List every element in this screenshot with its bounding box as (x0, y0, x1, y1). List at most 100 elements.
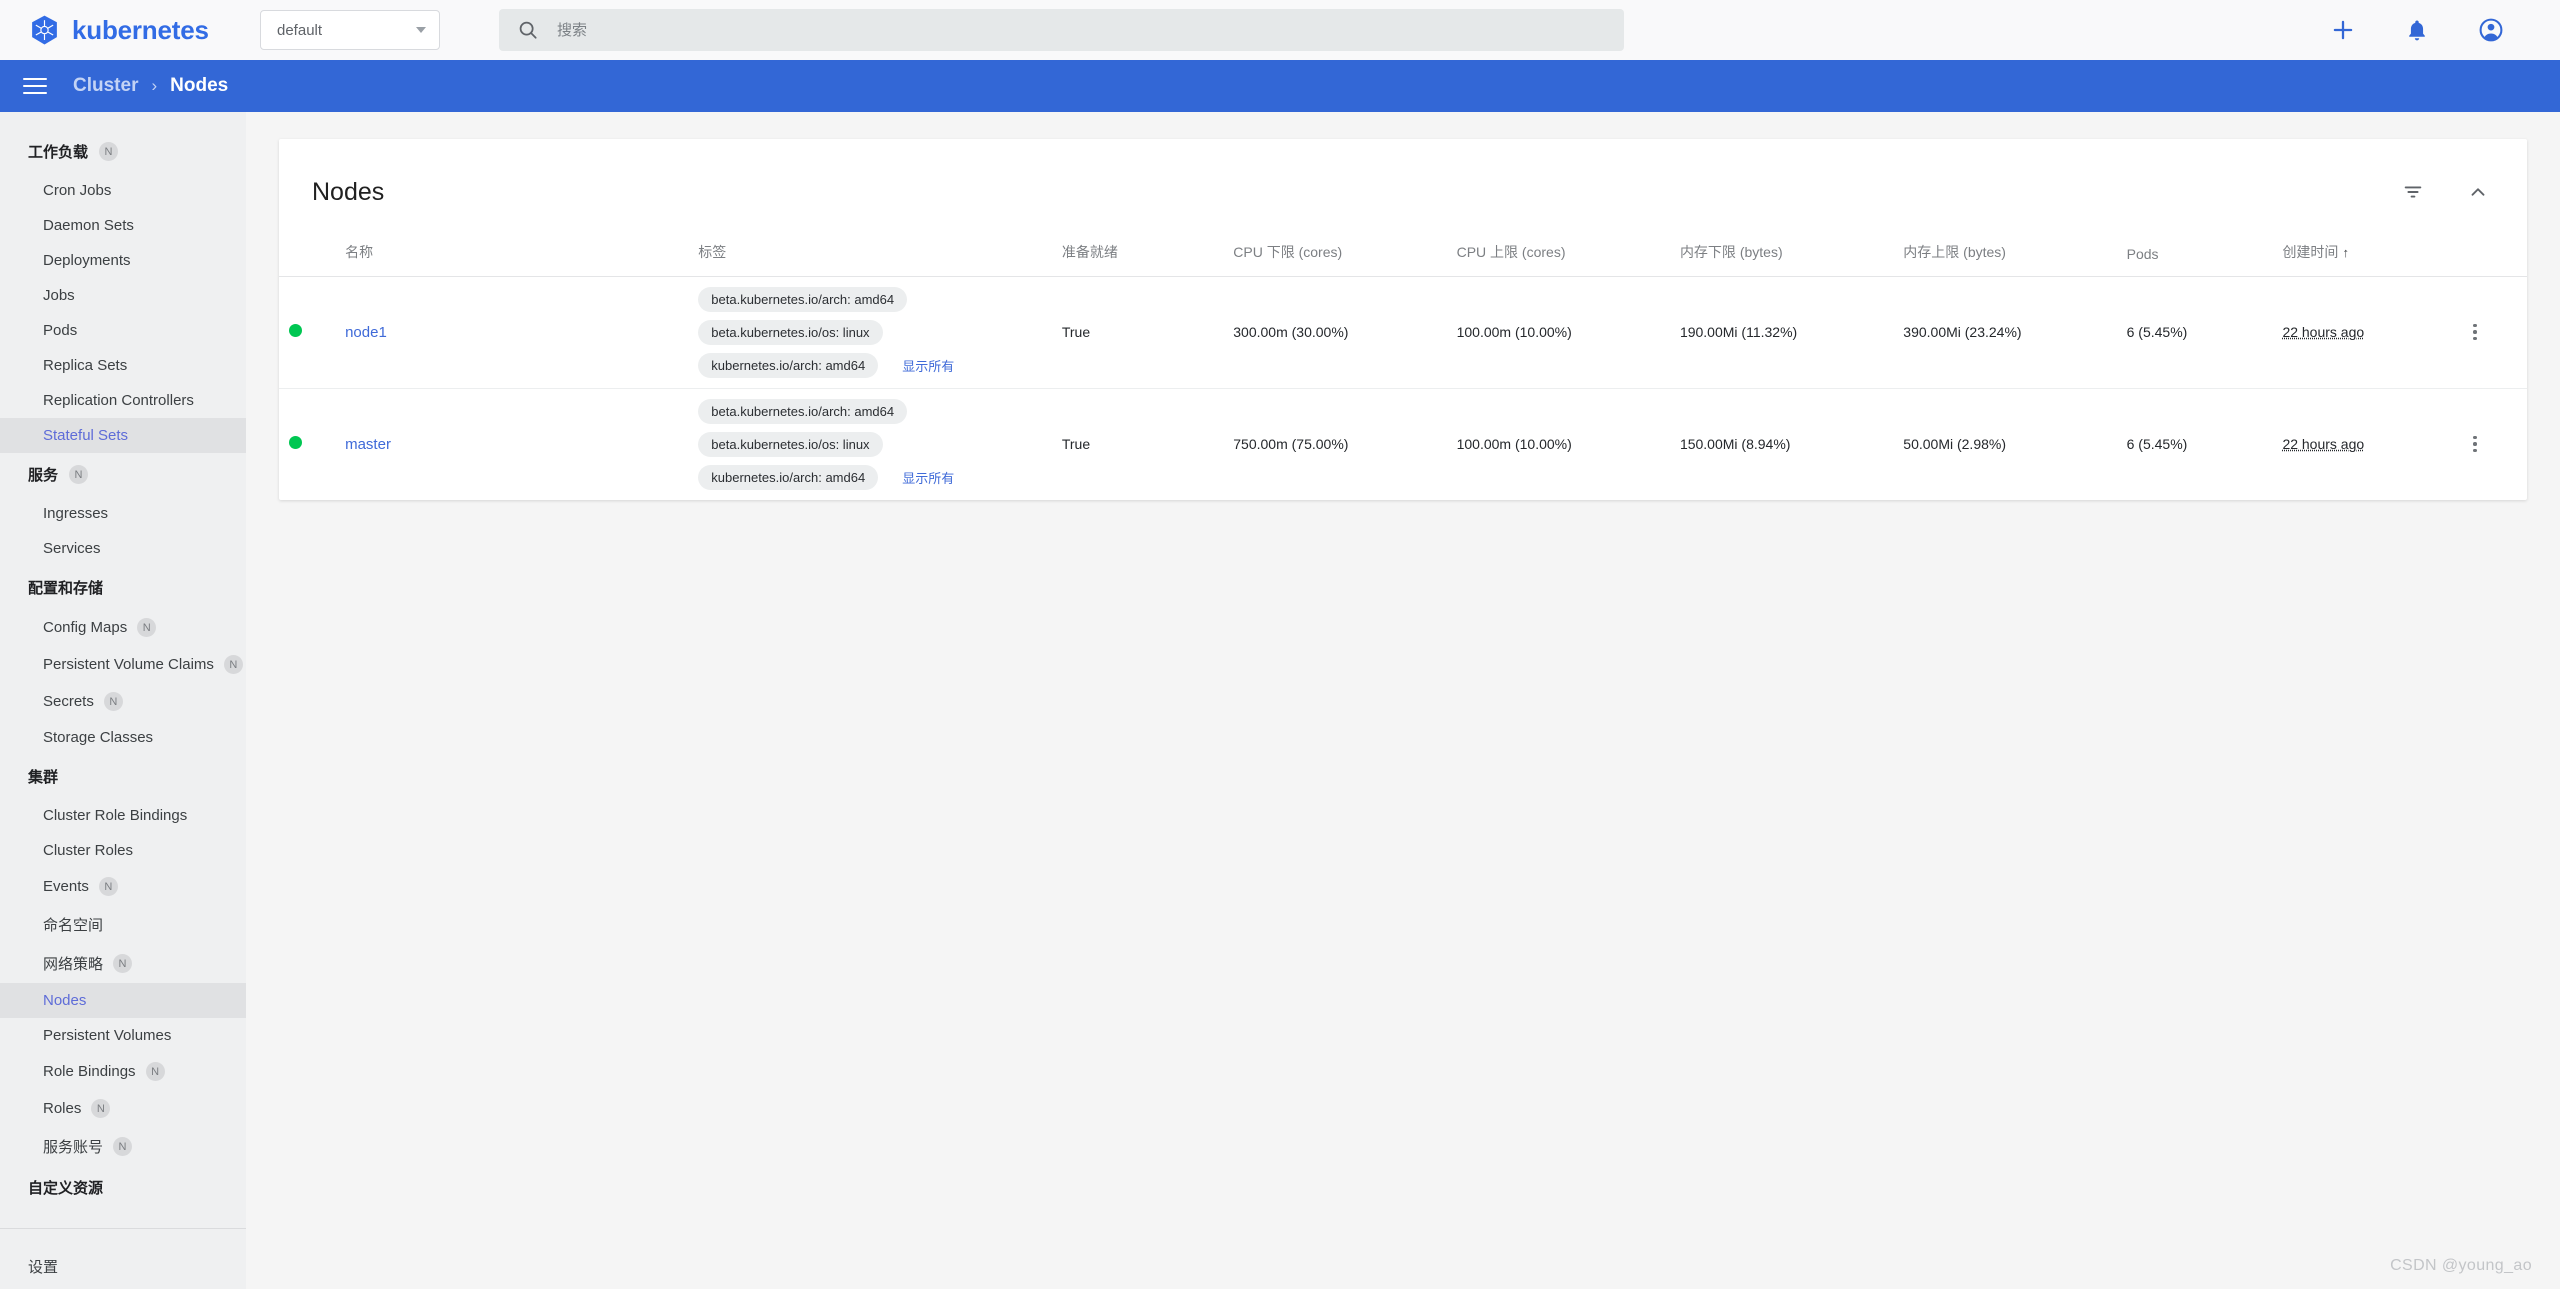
sidebar-item-role-bindings[interactable]: Role Bindings N (0, 1053, 246, 1090)
cell-actions (2454, 276, 2527, 389)
column-header-pods[interactable]: Pods (2116, 241, 2273, 277)
label-chip: kubernetes.io/arch: amd64 (698, 352, 879, 378)
namespace-selected-value: default (277, 21, 323, 39)
cell-mem-lim: 50.00Mi (2.98%) (1903, 436, 2006, 452)
hamburger-menu-icon[interactable] (20, 71, 50, 101)
sidebar-item-storage-classes[interactable]: Storage Classes (0, 720, 246, 755)
bell-icon[interactable] (2404, 17, 2430, 43)
sidebar-item-secrets[interactable]: Secrets N (0, 683, 246, 720)
breadcrumb-item-current: Nodes (170, 75, 229, 96)
sidebar-section-4[interactable]: 自定义资源 (0, 1166, 246, 1209)
breadcrumb-item-cluster[interactable]: Cluster (73, 75, 138, 97)
sidebar-item-label: Services (43, 540, 101, 557)
breadcrumb-bar: Cluster › Nodes (0, 60, 2560, 112)
sidebar-item-nodes[interactable]: Nodes (0, 983, 246, 1018)
search-bar[interactable] (499, 9, 1624, 51)
sidebar-item-pods[interactable]: Pods (0, 313, 246, 348)
label-chip-row: kubernetes.io/arch: amd64 显示所有 (698, 352, 954, 378)
label-chip: beta.kubernetes.io/arch: amd64 (698, 286, 908, 312)
card-header: Nodes (279, 139, 2527, 242)
kubernetes-helm-logo-icon (32, 15, 57, 45)
creation-time-value[interactable]: 22 hours ago (2282, 436, 2364, 452)
sidebar-divider (0, 1228, 246, 1229)
show-all-labels-link[interactable]: 显示所有 (902, 356, 954, 375)
column-header-name[interactable]: 名称 (335, 241, 689, 277)
label-chip: beta.kubernetes.io/os: linux (698, 319, 883, 345)
watermark: CSDN @young_ao (2390, 1257, 2532, 1274)
column-header-label: 标签 (698, 243, 727, 260)
sidebar-item-label: Persistent Volumes (43, 1027, 172, 1044)
column-header-age[interactable]: 创建时间 ↑ (2272, 241, 2455, 277)
sidebar-section-3[interactable]: 集群 (0, 755, 246, 798)
namespaced-badge: N (98, 877, 118, 896)
account-circle-icon[interactable] (2478, 17, 2504, 43)
label-chip-row: beta.kubernetes.io/os: linux (698, 319, 883, 345)
label-chip-row: kubernetes.io/arch: amd64 显示所有 (698, 464, 954, 490)
filter-list-icon[interactable] (2402, 181, 2424, 203)
column-header-cpu_lim[interactable]: CPU 上限 (cores) (1446, 241, 1670, 277)
namespace-selector[interactable]: default (260, 10, 440, 50)
sidebar-item-deployments[interactable]: Deployments (0, 243, 246, 278)
sidebar-item-label: Replication Controllers (43, 392, 194, 409)
more-vert-icon[interactable] (2464, 323, 2486, 341)
cell-status (279, 388, 335, 500)
sidebar-item-persistent-volume-claims[interactable]: Persistent Volume Claims N (0, 646, 246, 683)
sidebar-item-services[interactable]: Services (0, 531, 246, 566)
namespaced-badge: N (145, 1062, 165, 1081)
cell-cpu-req: 300.00m (30.00%) (1223, 276, 1447, 389)
page-title: Nodes (312, 177, 385, 206)
sidebar-item-config-maps[interactable]: Config Maps N (0, 609, 246, 646)
sidebar-item-ingresses[interactable]: Ingresses (0, 496, 246, 531)
show-all-labels-link[interactable]: 显示所有 (902, 468, 954, 487)
sidebar-item-daemon-sets[interactable]: Daemon Sets (0, 208, 246, 243)
sidebar-item-cluster-role-bindings[interactable]: Cluster Role Bindings (0, 798, 246, 833)
sidebar-item-roles[interactable]: Roles N (0, 1090, 246, 1127)
sidebar-footer-item-0[interactable]: 设置 (0, 1243, 246, 1289)
nodes-card: Nodes 名称 标签 准备就绪 CPU 下限 (cores) CPU 上限 (… (279, 139, 2527, 500)
sidebar-item-cron-jobs[interactable]: Cron Jobs (0, 173, 246, 208)
creation-time-value[interactable]: 22 hours ago (2282, 324, 2364, 340)
sidebar-item-命名空间[interactable]: 命名空间 (0, 905, 246, 944)
column-header-mem_req[interactable]: 内存下限 (bytes) (1669, 241, 1894, 277)
brand-name: kubernetes (72, 14, 209, 45)
sidebar-item-persistent-volumes[interactable]: Persistent Volumes (0, 1018, 246, 1053)
search-icon (519, 21, 537, 39)
column-header-ready[interactable]: 准备就绪 (1051, 241, 1224, 277)
label-chip-list: beta.kubernetes.io/arch: amd64 beta.kuber… (698, 398, 1042, 490)
column-header-label: 内存下限 (bytes) (1679, 243, 1783, 260)
plus-icon[interactable] (2330, 17, 2356, 43)
sidebar-section-0[interactable]: 工作负载 N (0, 130, 246, 173)
sidebar-item-label: 命名空间 (43, 917, 104, 934)
table-row[interactable]: master beta.kubernetes.io/arch: amd64 beta… (279, 388, 2527, 500)
sidebar-item-stateful-sets[interactable]: Stateful Sets (0, 418, 246, 453)
sidebar-item-replication-controllers[interactable]: Replication Controllers (0, 383, 246, 418)
cell-age: 22 hours ago (2272, 276, 2455, 389)
sidebar-item-replica-sets[interactable]: Replica Sets (0, 348, 246, 383)
search-input[interactable] (555, 20, 1606, 40)
sidebar-item-events[interactable]: Events N (0, 868, 246, 905)
sidebar-item-jobs[interactable]: Jobs (0, 278, 246, 313)
cell-name: master (335, 388, 688, 500)
chevron-up-icon[interactable] (2467, 181, 2489, 203)
node-name-link[interactable]: node1 (345, 324, 387, 341)
sidebar-section-2[interactable]: 配置和存储 (0, 566, 246, 609)
more-vert-icon[interactable] (2464, 435, 2486, 453)
sidebar-item-label: Role Bindings (43, 1063, 136, 1080)
column-header-mem_lim[interactable]: 内存上限 (bytes) (1893, 241, 2117, 277)
sidebar-item-服务账号[interactable]: 服务账号 N (0, 1127, 246, 1166)
sidebar-item-网络策略[interactable]: 网络策略 N (0, 944, 246, 983)
sidebar-item-label: Replica Sets (43, 357, 128, 374)
namespaced-badge: N (113, 1137, 133, 1156)
brand[interactable]: kubernetes (28, 14, 260, 47)
sidebar-item-label: Daemon Sets (43, 217, 134, 234)
sidebar-section-label: 配置和存储 (28, 580, 104, 597)
sidebar-item-cluster-roles[interactable]: Cluster Roles (0, 833, 246, 868)
column-header-cpu_req[interactable]: CPU 下限 (cores) (1223, 241, 1447, 277)
column-header-label: Pods (2126, 245, 2159, 262)
table-row[interactable]: node1 beta.kubernetes.io/arch: amd64 beta.… (279, 276, 2527, 389)
column-header-labels[interactable]: 标签 (688, 241, 1052, 277)
sidebar-section-1[interactable]: 服务 N (0, 453, 246, 496)
column-header-menu (2454, 241, 2527, 277)
node-name-link[interactable]: master (345, 436, 391, 453)
nodes-table: 名称 标签 准备就绪 CPU 下限 (cores) CPU 上限 (cores) 内存下限… (279, 241, 2527, 500)
